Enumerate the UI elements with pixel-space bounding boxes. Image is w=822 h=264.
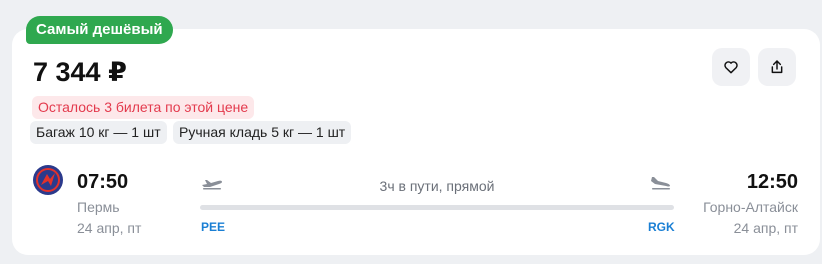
departure-date: 24 апр, пт xyxy=(77,220,142,236)
tickets-left-notice: Осталось 3 билета по этой цене xyxy=(32,96,255,119)
departure-city: Пермь xyxy=(77,199,120,215)
departure-airport-code[interactable]: PEE xyxy=(201,220,225,234)
airline-logo xyxy=(33,165,63,195)
ticket-price: 7 344 ₽ xyxy=(33,57,127,87)
flight-duration: 3ч в пути, прямой xyxy=(379,178,495,194)
baggage-chip: Багаж 10 кг — 1 шт xyxy=(30,121,167,144)
favorite-button[interactable] xyxy=(712,48,750,86)
arrival-airport-code[interactable]: RGK xyxy=(648,220,675,234)
share-button[interactable] xyxy=(758,48,796,86)
landing-icon xyxy=(651,177,670,190)
route-progress-line xyxy=(200,205,674,210)
heart-icon xyxy=(724,61,738,74)
hand-luggage-chip: Ручная кладь 5 кг — 1 шт xyxy=(173,121,352,144)
arrival-date: 24 апр, пт xyxy=(733,220,798,236)
departure-time: 07:50 xyxy=(77,171,129,193)
arrival-time: 12:50 xyxy=(746,171,798,193)
share-icon xyxy=(771,60,783,74)
arrival-city: Горно-Алтайск xyxy=(703,199,798,215)
cheapest-badge: Самый дешёвый xyxy=(26,16,173,44)
